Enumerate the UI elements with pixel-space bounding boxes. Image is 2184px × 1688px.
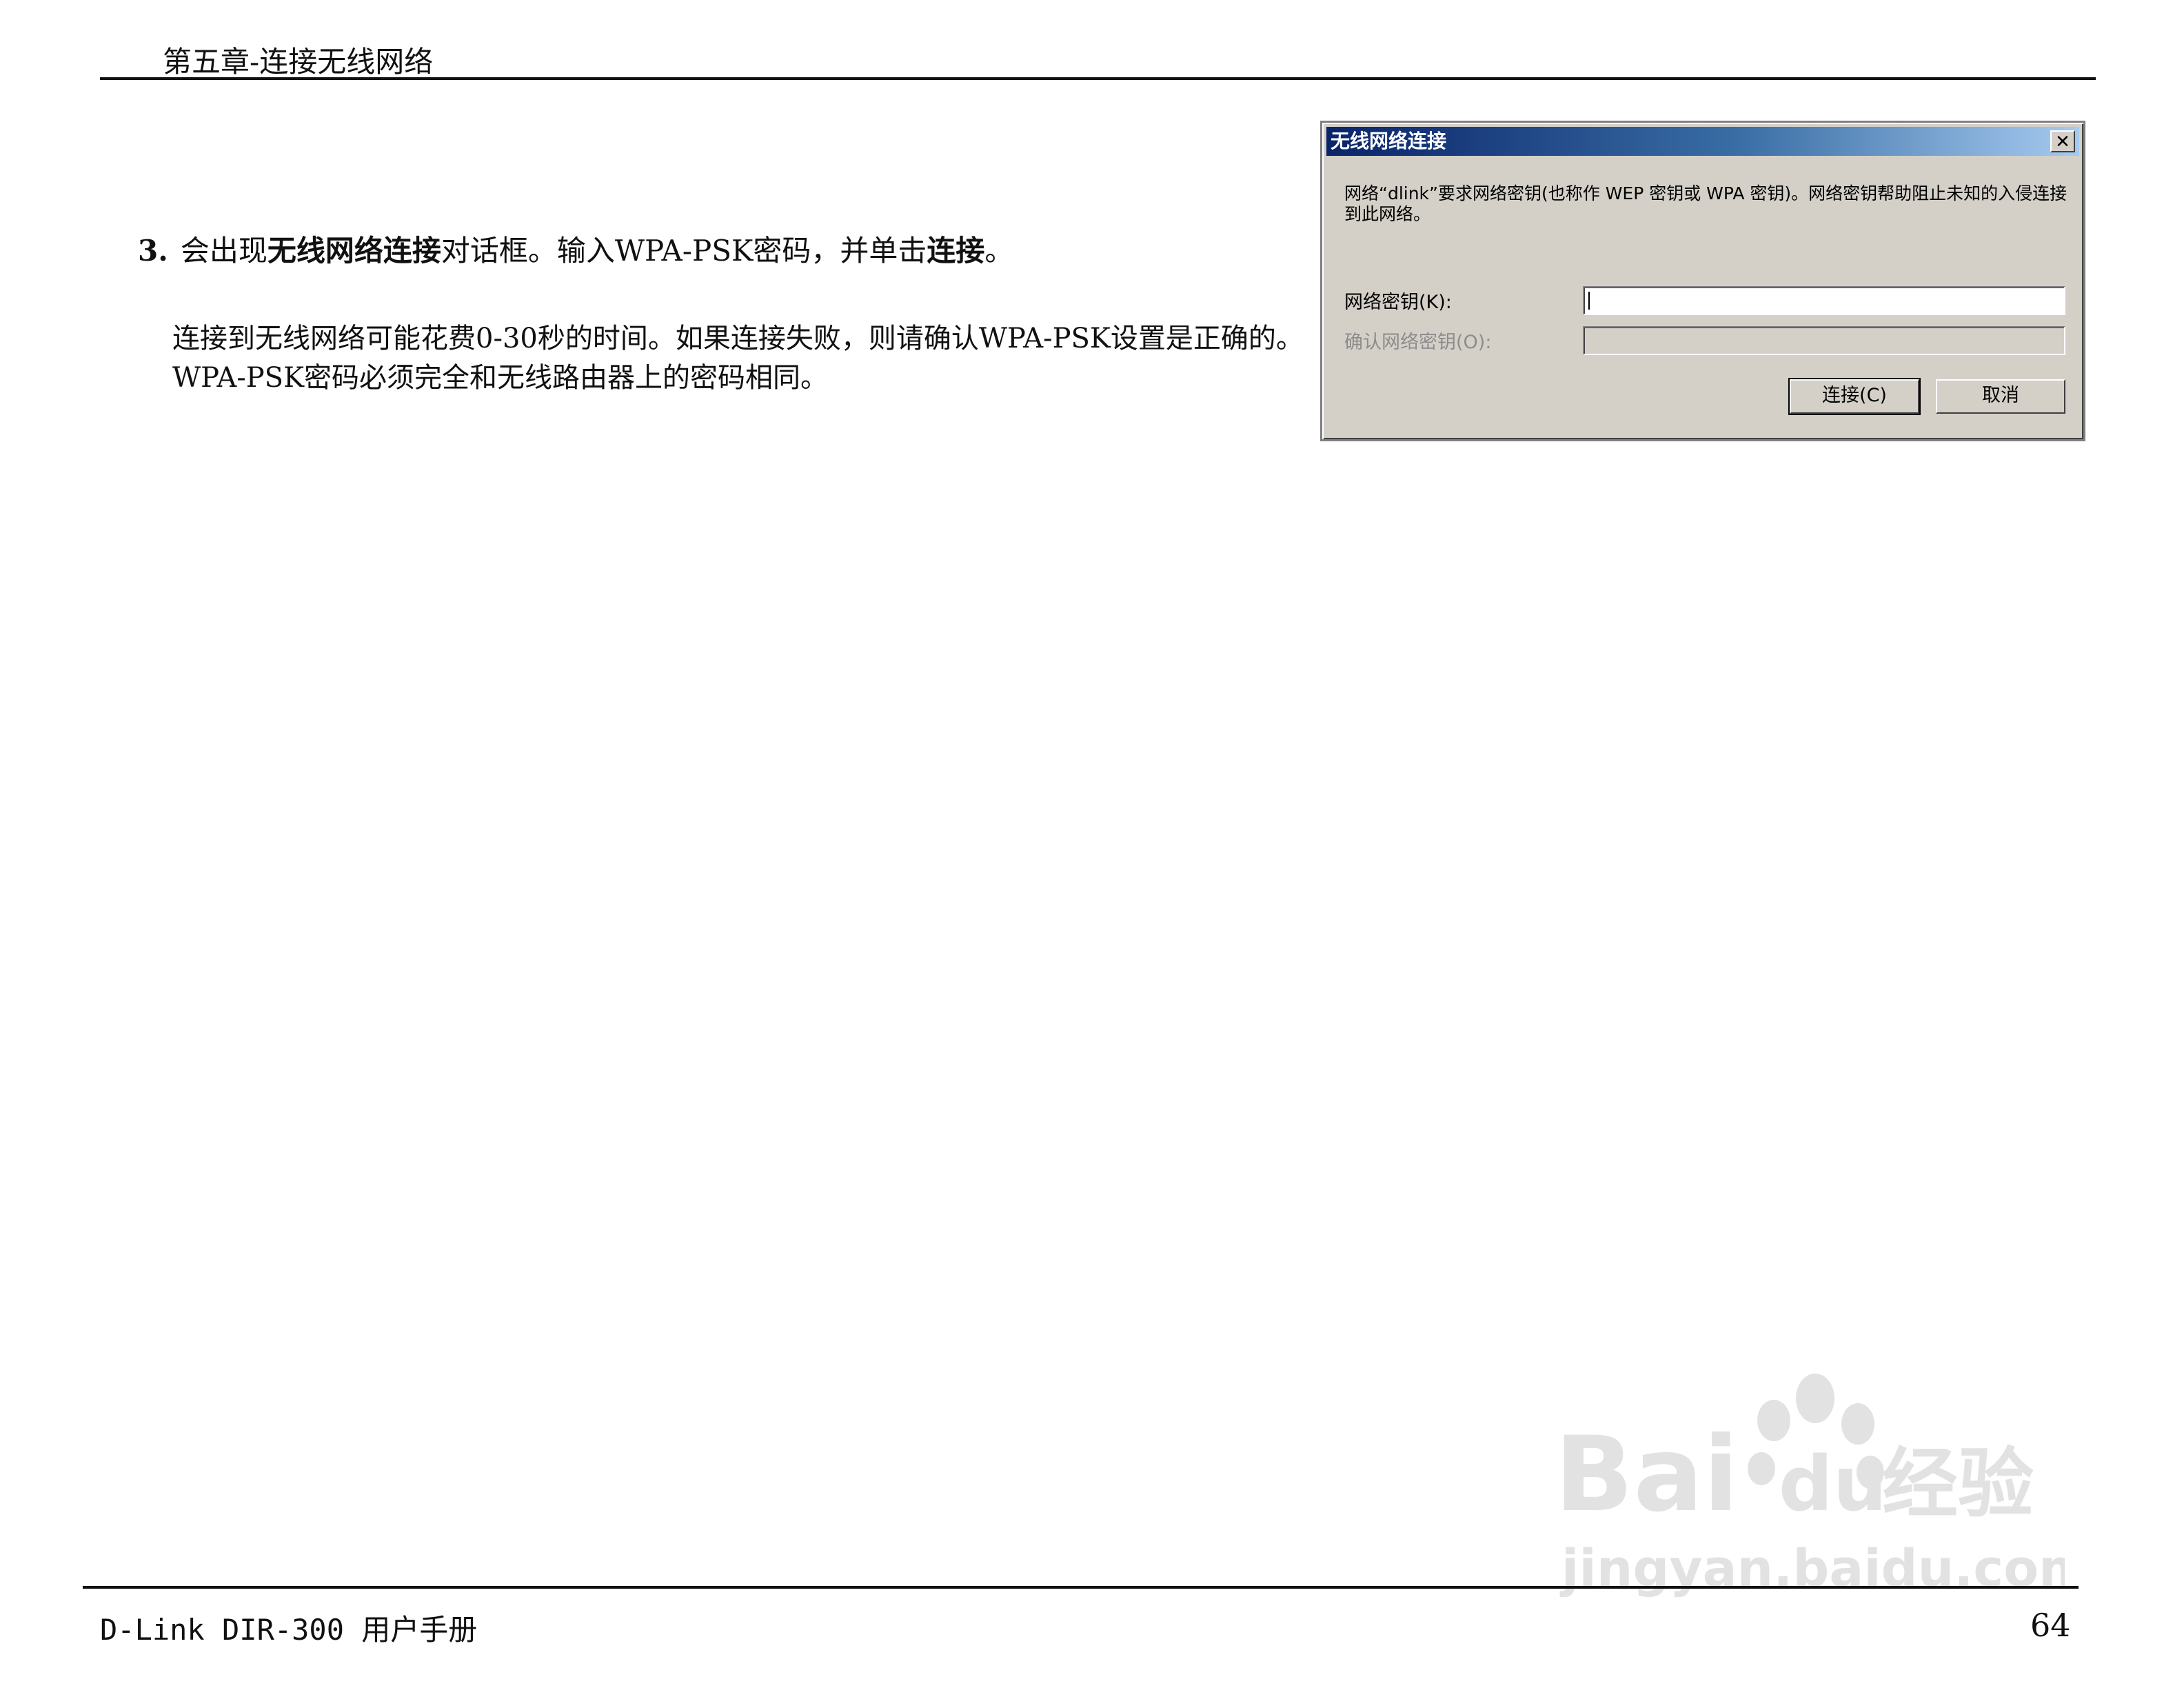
watermark-suffix: 经验 xyxy=(1882,1440,2034,1528)
step-bold-dialog-name: 无线网络连接 xyxy=(267,234,441,268)
step-text-2: 对话框。输入WPA-PSK密码，并单击 xyxy=(441,234,927,268)
connect-button[interactable]: 连接(C) xyxy=(1788,378,1921,415)
text-caret xyxy=(1588,292,1590,310)
baidu-jingyan-watermark: Bai du 经验 jingyan.baidu.com xyxy=(1555,1374,2065,1598)
step-instruction: 3. 会出现无线网络连接对话框。输入WPA-PSK密码，并单击连接。 xyxy=(138,228,1013,270)
step-number: 3. xyxy=(138,234,168,268)
network-key-label: 网络密钥(K): xyxy=(1344,292,1452,313)
step-bold-connect: 连接 xyxy=(927,234,985,268)
dialog-message: 网络“dlink”要求网络密钥(也称作 WEP 密钥或 WPA 密钥)。网络密钥… xyxy=(1344,183,2067,224)
watermark-brand: Bai xyxy=(1555,1415,1739,1535)
watermark-url: jingyan.baidu.com xyxy=(1559,1539,2065,1598)
confirm-key-label: 确认网络密钥(O): xyxy=(1344,332,1492,353)
note-line-1: 连接到无线网络可能花费0-30秒的时间。如果连接失败，则请确认WPA-PSK设置… xyxy=(172,323,1304,354)
cancel-button[interactable]: 取消 xyxy=(1936,379,2065,414)
confirm-key-input[interactable] xyxy=(1583,326,2065,355)
dialog-titlebar: 无线网络连接 ✕ xyxy=(1326,127,2079,156)
watermark-brand-2: du xyxy=(1779,1440,1887,1528)
close-icon[interactable]: ✕ xyxy=(2050,130,2075,152)
wireless-connect-dialog: 无线网络连接 ✕ 网络“dlink”要求网络密钥(也称作 WEP 密钥或 WPA… xyxy=(1320,121,2085,441)
network-key-input[interactable] xyxy=(1583,286,2065,315)
page-number: 64 xyxy=(2030,1607,2071,1644)
footer-manual-title: D-Link DIR-300 用户手册 xyxy=(100,1613,478,1647)
step-text-3: 。 xyxy=(984,234,1014,268)
chapter-header: 第五章-连接无线网络 xyxy=(163,45,434,79)
note-line-2: WPA-PSK密码必须完全和无线路由器上的密码相同。 xyxy=(172,362,828,394)
header-divider xyxy=(100,77,2096,80)
dialog-title: 无线网络连接 xyxy=(1331,130,1447,152)
footer-divider xyxy=(83,1586,2079,1589)
step-text-1: 会出现 xyxy=(180,234,267,268)
